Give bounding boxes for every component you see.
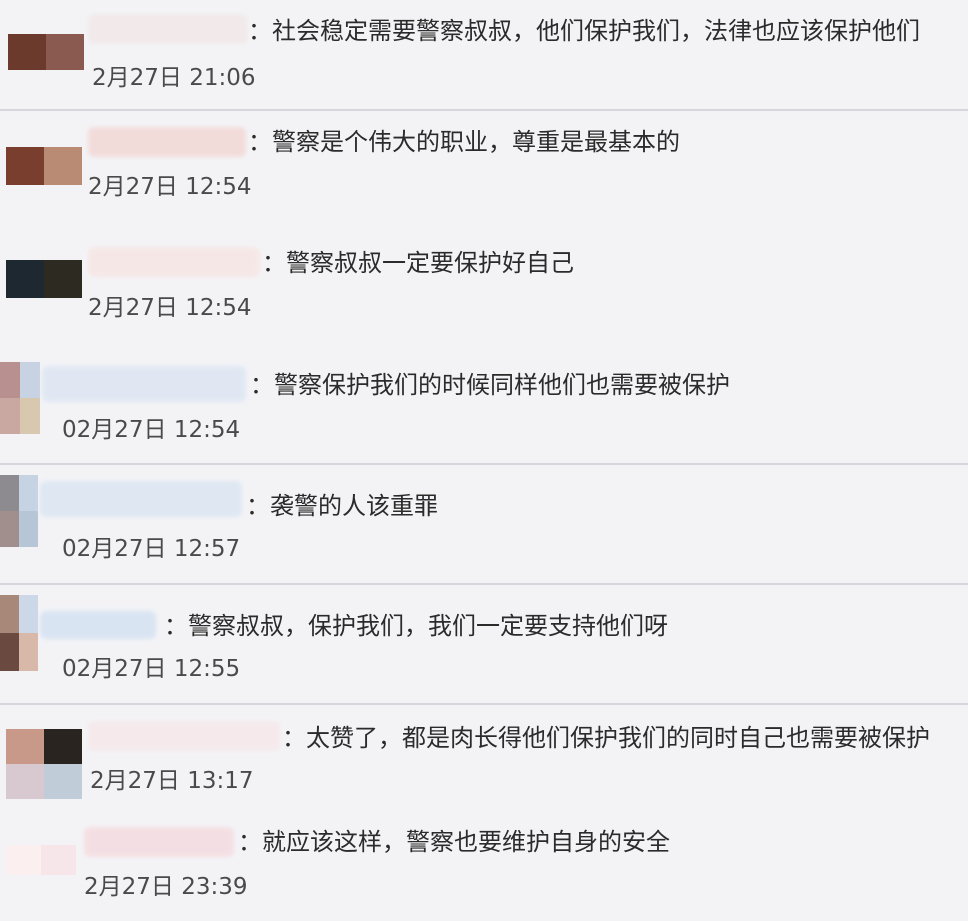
comment-timestamp: 2月27日 13:17 bbox=[90, 768, 254, 794]
avatar-pixel bbox=[44, 147, 82, 185]
comment-item: ：警察叔叔一定要保护好自己 2月27日 12:54 bbox=[0, 232, 968, 352]
avatar[interactable] bbox=[6, 147, 82, 223]
avatar[interactable] bbox=[0, 362, 40, 434]
username-blurred[interactable] bbox=[40, 481, 242, 517]
avatar-pixel bbox=[6, 875, 41, 905]
comment-text: ：太赞了，都是肉长得他们保护我们的同时自己也需要被保护 bbox=[282, 724, 930, 752]
avatar-pixel bbox=[0, 595, 19, 633]
avatar-pixel bbox=[19, 511, 38, 547]
comment-item: ：警察保护我们的时候同样他们也需要被保护 02月27日 12:54 bbox=[0, 352, 968, 464]
comment-text: ：就应该这样，警察也要维护自身的安全 bbox=[238, 828, 670, 856]
username-blurred[interactable] bbox=[40, 611, 156, 639]
comment-text: ：警察叔叔，保护我们，我们一定要支持他们呀 bbox=[164, 612, 668, 640]
avatar-pixel bbox=[41, 845, 76, 875]
comment-item: ：警察是个伟大的职业，尊重是最基本的 2月27日 12:54 bbox=[0, 111, 968, 229]
comment-timestamp: 02月27日 12:55 bbox=[62, 656, 241, 682]
comment-text: ：警察是个伟大的职业，尊重是最基本的 bbox=[248, 128, 680, 156]
comment-item: ：袭警的人该重罪 02月27日 12:57 bbox=[0, 465, 968, 583]
avatar-pixel bbox=[44, 185, 82, 223]
username-blurred[interactable] bbox=[88, 14, 248, 44]
avatar-pixel bbox=[46, 70, 84, 106]
comment-timestamp: 2月27日 12:54 bbox=[88, 295, 252, 321]
avatar-pixel bbox=[6, 147, 44, 185]
comment-text: ：袭警的人该重罪 bbox=[246, 492, 438, 520]
avatar[interactable] bbox=[6, 729, 82, 799]
avatar-pixel bbox=[44, 764, 82, 799]
comment-text: ：警察叔叔一定要保护好自己 bbox=[262, 249, 574, 277]
avatar-pixel bbox=[20, 362, 40, 398]
avatar-pixel bbox=[6, 845, 41, 875]
avatar-pixel bbox=[6, 185, 44, 223]
avatar-pixel bbox=[19, 633, 38, 671]
avatar-pixel bbox=[0, 475, 19, 511]
avatar-pixel bbox=[0, 362, 20, 398]
comment-item: ：就应该这样，警察也要维护自身的安全 2月27日 23:39 bbox=[0, 815, 968, 921]
avatar-pixel bbox=[19, 595, 38, 633]
avatar-pixel bbox=[0, 633, 19, 671]
avatar-pixel bbox=[44, 260, 82, 298]
avatar-pixel bbox=[20, 398, 40, 434]
avatar-pixel bbox=[0, 398, 20, 434]
comment-item: ：太赞了，都是肉长得他们保护我们的同时自己也需要被保护 2月27日 13:17 bbox=[0, 705, 968, 811]
comment-timestamp: 2月27日 12:54 bbox=[88, 174, 252, 200]
comment-timestamp: 02月27日 12:54 bbox=[62, 417, 241, 443]
comment-item: ：社会稳定需要警察叔叔，他们保护我们，法律也应该保护他们 2月27日 21:06 bbox=[0, 0, 968, 110]
comment-timestamp: 02月27日 12:57 bbox=[62, 536, 241, 562]
comment-text: ：社会稳定需要警察叔叔，他们保护我们，法律也应该保护他们 bbox=[248, 17, 920, 45]
avatar-pixel bbox=[19, 475, 38, 511]
avatar-pixel bbox=[6, 260, 44, 298]
avatar[interactable] bbox=[6, 845, 76, 905]
avatar-pixel bbox=[8, 34, 46, 70]
avatar-pixel bbox=[41, 875, 76, 905]
comment-timestamp: 2月27日 21:06 bbox=[92, 65, 256, 91]
avatar[interactable] bbox=[0, 475, 38, 547]
comment-text: ：警察保护我们的时候同样他们也需要被保护 bbox=[250, 371, 730, 399]
comment-feed: ：社会稳定需要警察叔叔，他们保护我们，法律也应该保护他们 2月27日 21:06… bbox=[0, 0, 968, 921]
avatar[interactable] bbox=[0, 595, 38, 671]
avatar[interactable] bbox=[6, 260, 82, 336]
comment-item: ：警察叔叔，保护我们，我们一定要支持他们呀 02月27日 12:55 bbox=[0, 585, 968, 703]
username-blurred[interactable] bbox=[88, 721, 280, 751]
avatar-pixel bbox=[6, 729, 44, 764]
avatar-pixel bbox=[6, 298, 44, 336]
comment-timestamp: 2月27日 23:39 bbox=[84, 874, 248, 900]
username-blurred[interactable] bbox=[88, 247, 260, 277]
username-blurred[interactable] bbox=[84, 827, 234, 857]
username-blurred[interactable] bbox=[42, 366, 246, 402]
avatar-pixel bbox=[44, 298, 82, 336]
username-blurred[interactable] bbox=[88, 127, 246, 157]
avatar[interactable] bbox=[8, 34, 84, 106]
avatar-pixel bbox=[0, 511, 19, 547]
avatar-pixel bbox=[46, 34, 84, 70]
avatar-pixel bbox=[44, 729, 82, 764]
avatar-pixel bbox=[8, 70, 46, 106]
avatar-pixel bbox=[6, 764, 44, 799]
